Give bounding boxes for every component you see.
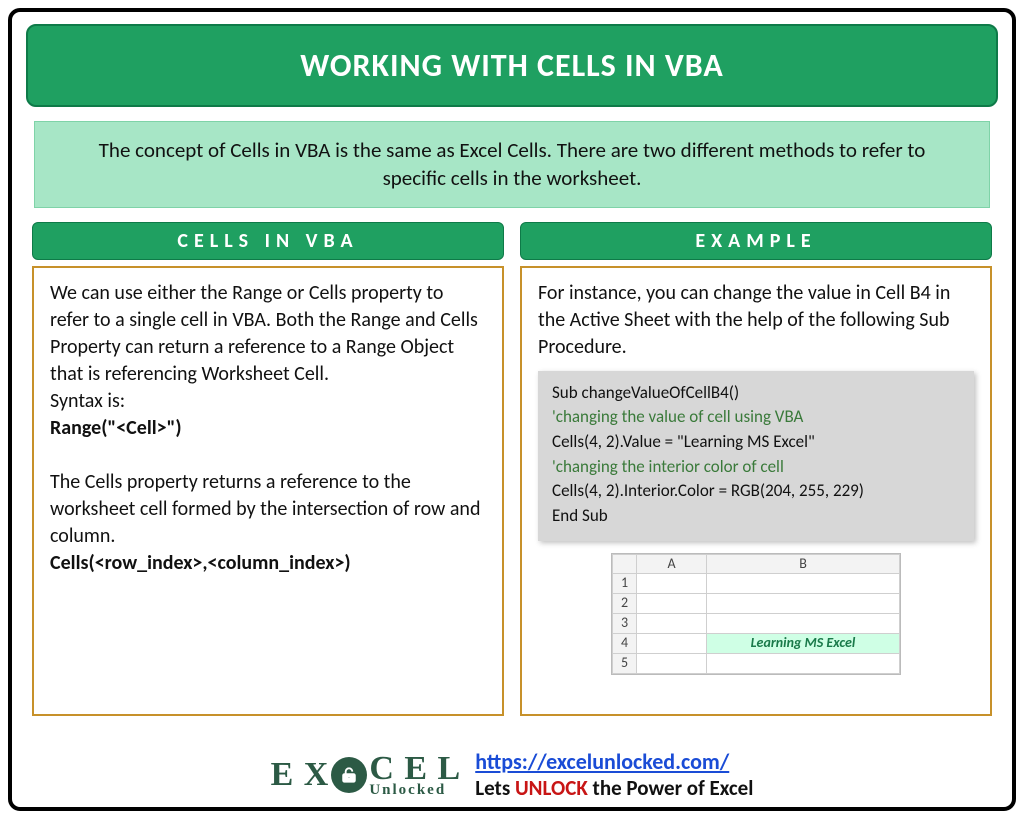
tagline-unlock: UNLOCK xyxy=(515,775,588,801)
left-para1: We can use either the Range or Cells pro… xyxy=(50,280,486,388)
row-header: 5 xyxy=(613,653,637,673)
cell-a1 xyxy=(637,574,707,594)
row-header: 1 xyxy=(613,574,637,594)
code-line-2: 'changing the value of cell using VBA xyxy=(552,405,962,430)
mini-spreadsheet: A B 1 2 3 4 Learning MS Excel 5 xyxy=(611,553,901,675)
cell-b2 xyxy=(707,594,900,614)
cell-a4 xyxy=(637,634,707,654)
tagline-pre: Lets xyxy=(475,775,515,801)
col-header-b: B xyxy=(707,554,900,574)
left-column: CELLS IN VBA We can use either the Range… xyxy=(32,222,504,716)
syntax-label: Syntax is: xyxy=(50,388,486,415)
code-line-3: Cells(4, 2).Value = "Learning MS Excel" xyxy=(552,430,962,455)
cell-a2 xyxy=(637,594,707,614)
left-column-header: CELLS IN VBA xyxy=(32,222,504,260)
cell-b5 xyxy=(707,653,900,673)
row-header: 4 xyxy=(613,634,637,654)
page-title: WORKING WITH CELLS IN VBA xyxy=(26,24,998,107)
left-column-body: We can use either the Range or Cells pro… xyxy=(32,266,504,716)
col-header-a: A xyxy=(637,554,707,574)
code-line-6: End Sub xyxy=(552,504,962,529)
document-frame: WORKING WITH CELLS IN VBA The concept of… xyxy=(8,8,1016,811)
cell-b1 xyxy=(707,574,900,594)
lock-icon xyxy=(331,757,367,793)
code-block: Sub changeValueOfCellB4() 'changing the … xyxy=(538,371,974,541)
tagline-post: the Power of Excel xyxy=(588,775,754,801)
tagline: Lets UNLOCK the Power of Excel xyxy=(475,775,753,801)
cell-b3 xyxy=(707,614,900,634)
footer-text: https://excelunlocked.com/ Lets UNLOCK t… xyxy=(475,748,753,801)
range-syntax: Range("<Cell>") xyxy=(50,415,486,442)
logo: E X C E L Unlocked xyxy=(271,750,462,799)
content-columns: CELLS IN VBA We can use either the Range… xyxy=(32,222,992,716)
right-column-header: EXAMPLE xyxy=(520,222,992,260)
code-line-1: Sub changeValueOfCellB4() xyxy=(552,381,962,406)
left-para2: The Cells property returns a reference t… xyxy=(50,469,486,550)
sheet-corner xyxy=(613,554,637,574)
code-line-4: 'changing the interior color of cell xyxy=(552,455,962,480)
example-intro: For instance, you can change the value i… xyxy=(538,280,974,361)
row-header: 3 xyxy=(613,614,637,634)
cells-syntax: Cells(<row_index>,<column_index>) xyxy=(50,550,486,577)
footer-link[interactable]: https://excelunlocked.com/ xyxy=(475,748,729,775)
cell-b4: Learning MS Excel xyxy=(707,634,900,654)
right-column-body: For instance, you can change the value i… xyxy=(520,266,992,716)
cell-a3 xyxy=(637,614,707,634)
description-box: The concept of Cells in VBA is the same … xyxy=(34,121,990,208)
footer: E X C E L Unlocked https://excelunlocked… xyxy=(12,748,1012,801)
code-line-5: Cells(4, 2).Interior.Color = RGB(204, 25… xyxy=(552,479,962,504)
cell-a5 xyxy=(637,653,707,673)
row-header: 2 xyxy=(613,594,637,614)
right-column: EXAMPLE For instance, you can change the… xyxy=(520,222,992,716)
